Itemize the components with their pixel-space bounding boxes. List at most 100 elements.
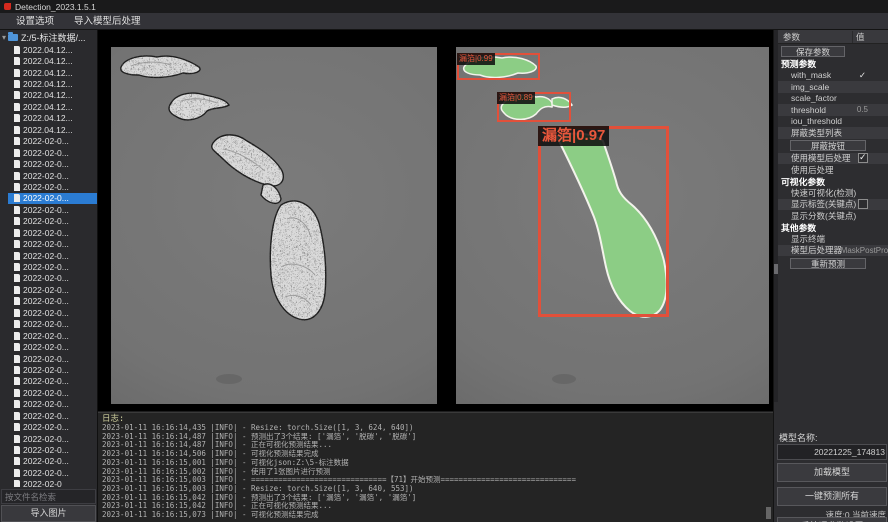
tree-item[interactable]: 2022.04.12...: [8, 55, 97, 66]
tree-item[interactable]: 2022-02-0...: [8, 353, 97, 364]
app-icon: [4, 3, 11, 10]
raw-image-canvas[interactable]: [111, 47, 437, 404]
load-model-button[interactable]: 加载模型: [777, 463, 887, 482]
param-row[interactable]: 保存参数: [778, 44, 888, 58]
tree-item[interactable]: 2022-02-0...: [8, 250, 97, 261]
tree-item[interactable]: 2022.04.12...: [8, 90, 97, 101]
tree-item[interactable]: 2022-02-0...: [8, 376, 97, 387]
param-row[interactable]: 重新预测: [778, 256, 888, 270]
param-button[interactable]: 屏蔽按钮: [790, 140, 866, 151]
tree-item[interactable]: 2022-02-0...: [8, 216, 97, 227]
tree-item[interactable]: 2022-02-0...: [8, 204, 97, 215]
tree-item[interactable]: 2022-02-0...: [8, 307, 97, 318]
prediction-image-canvas[interactable]: 漏箔|0.99 漏箔|0.89 漏箔|0.97: [456, 47, 769, 404]
tree-item[interactable]: 2022-02-0...: [8, 387, 97, 398]
param-checkbox[interactable]: [858, 153, 868, 163]
tree-item[interactable]: 2022.04.12...: [8, 44, 97, 55]
tree-item[interactable]: 2022-02-0...: [8, 399, 97, 410]
log-scrollbar-thumb[interactable]: [766, 507, 771, 519]
tree-item[interactable]: 2022.04.12...: [8, 113, 97, 124]
app-window: Detection_2023.1.5.1 设置选项 导入模型后处理 ▾ Z:/5…: [0, 0, 888, 522]
detection-label-1: 漏箔|0.99: [457, 53, 495, 65]
tree-item[interactable]: 2022-02-0...: [8, 444, 97, 455]
tree-item[interactable]: 2022-02-0...: [8, 158, 97, 169]
param-row[interactable]: iou_threshold: [778, 116, 888, 128]
file-icon: [14, 149, 20, 157]
tree-item[interactable]: 2022.04.12...: [8, 101, 97, 112]
tree-item[interactable]: 2022-02-0...: [8, 296, 97, 307]
postprocess-settings-button[interactable]: 后处理参数设置: [777, 517, 887, 522]
tree-root-folder[interactable]: ▾ Z:/5-标注数据/...: [0, 31, 97, 44]
model-name-value[interactable]: 20221225_174813: [777, 444, 887, 460]
tree-item[interactable]: 2022-02-0...: [8, 227, 97, 238]
tree-item-label: 2022-02-0...: [23, 148, 69, 158]
menu-bar: 设置选项 导入模型后处理: [0, 13, 888, 30]
tree-item[interactable]: 2022-02-0...: [8, 410, 97, 421]
param-row[interactable]: with_mask ✓: [778, 70, 888, 82]
log-panel[interactable]: 日志: 2023-01-11 16:16:14,435 |INFO| - Res…: [98, 412, 773, 522]
tree-item[interactable]: 2022.04.12...: [8, 78, 97, 89]
tree-item[interactable]: 2022-02-0...: [8, 193, 97, 204]
param-label: 显示终端: [791, 233, 825, 245]
tree-item-label: 2022-02-0...: [23, 308, 69, 318]
chevron-down-icon[interactable]: ▾: [2, 33, 6, 42]
param-row[interactable]: 显示终端: [778, 233, 888, 245]
tree-item[interactable]: 2022.04.12...: [8, 124, 97, 135]
tree-item[interactable]: 2022-02-0...: [8, 433, 97, 444]
param-row[interactable]: 快速可视化(检测): [778, 187, 888, 199]
param-value[interactable]: 0.5: [857, 105, 888, 114]
param-row[interactable]: 显示标签(关键点): [778, 199, 888, 211]
file-icon: [14, 320, 20, 328]
param-row[interactable]: 可视化参数: [778, 176, 888, 188]
predict-all-button[interactable]: 一键预测所有: [777, 487, 887, 506]
window-title: Detection_2023.1.5.1: [15, 2, 96, 12]
tree-root-label: Z:/5-标注数据/...: [21, 31, 86, 44]
param-button[interactable]: 保存参数: [781, 46, 845, 57]
tree-item[interactable]: 2022-02-0...: [8, 238, 97, 249]
tree-item[interactable]: 2022-02-0...: [8, 147, 97, 158]
tree-item[interactable]: 2022.04.12...: [8, 67, 97, 78]
param-row[interactable]: 其他参数: [778, 222, 888, 234]
param-checkbox[interactable]: [858, 199, 868, 209]
file-sidebar: ▾ Z:/5-标注数据/... 2022.04.12... 2022.04.12…: [0, 30, 98, 522]
tree-item[interactable]: 2022-02-0: [8, 479, 97, 487]
tree-item[interactable]: 2022-02-0...: [8, 136, 97, 147]
tree-item-label: 2022-02-0...: [23, 193, 69, 203]
tree-item[interactable]: 2022-02-0...: [8, 341, 97, 352]
detection-label-2: 漏箔|0.89: [497, 92, 535, 104]
tree-item[interactable]: 2022-02-0...: [8, 364, 97, 375]
file-icon: [14, 274, 20, 282]
log-line: 2023-01-11 16:16:15,073 |INFO| - 可视化预测结果…: [102, 511, 769, 520]
tree-item[interactable]: 2022-02-0...: [8, 273, 97, 284]
tree-item-label: 2022-02-0: [23, 479, 62, 487]
defect-blobs-graphic: [111, 47, 437, 404]
tree-item[interactable]: 2022-02-0...: [8, 170, 97, 181]
param-row[interactable]: img_scale: [778, 81, 888, 93]
tree-item[interactable]: 2022-02-0...: [8, 261, 97, 272]
filename-search-input[interactable]: [1, 489, 96, 504]
file-icon: [14, 91, 20, 99]
tree-item[interactable]: 2022-02-0...: [8, 421, 97, 432]
import-images-button[interactable]: 导入图片: [1, 505, 96, 522]
file-icon: [14, 377, 20, 385]
menu-item[interactable]: 导入模型后处理: [64, 14, 151, 29]
tree-item[interactable]: 2022-02-0...: [8, 319, 97, 330]
param-button[interactable]: 重新预测: [790, 258, 866, 269]
param-row[interactable]: 模型后处理器 MaskPostPro: [778, 245, 888, 257]
param-row[interactable]: 屏蔽按钮: [778, 139, 888, 153]
tree-item[interactable]: 2022-02-0...: [8, 467, 97, 478]
file-icon: [14, 263, 20, 271]
param-row[interactable]: threshold 0.5: [778, 104, 888, 116]
file-tree[interactable]: ▾ Z:/5-标注数据/... 2022.04.12... 2022.04.12…: [0, 31, 97, 487]
tree-item[interactable]: 2022-02-0...: [8, 284, 97, 295]
param-value[interactable]: MaskPostPro: [841, 246, 888, 255]
tree-item-label: 2022-02-0...: [23, 296, 69, 306]
tree-item[interactable]: 2022-02-0...: [8, 181, 97, 192]
param-row[interactable]: scale_factor: [778, 93, 888, 105]
tree-item[interactable]: 2022-02-0...: [8, 456, 97, 467]
param-row[interactable]: 屏蔽类型列表: [778, 127, 888, 139]
param-row[interactable]: 使用模型后处理: [778, 153, 888, 165]
param-row[interactable]: 预测参数: [778, 58, 888, 70]
tree-item[interactable]: 2022-02-0...: [8, 330, 97, 341]
menu-item[interactable]: 设置选项: [6, 14, 64, 29]
